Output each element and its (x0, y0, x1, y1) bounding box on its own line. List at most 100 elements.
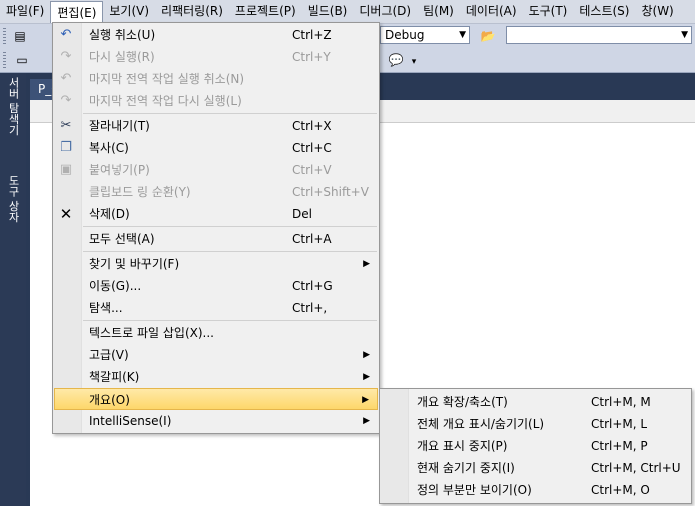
menu-test[interactable]: 테스트(S) (573, 0, 635, 23)
menu-file[interactable]: 파일(F) (0, 0, 50, 23)
menu-item-navigate[interactable]: 탐색... Ctrl+, (54, 297, 378, 319)
toolbox-tab[interactable]: 도구 상자 (3, 175, 23, 255)
solution-config-value: Debug (385, 28, 425, 42)
menu-item-shortcut: Ctrl+, (292, 301, 328, 315)
menu-item-redo-global[interactable]: ↷ 마지막 전역 작업 다시 실행(L) (54, 90, 378, 112)
toolbox-label: 도구 상자 (7, 175, 20, 223)
menu-item-label: 붙여넣기(P) (89, 163, 150, 177)
submenu-arrow-icon: ▶ (362, 395, 369, 405)
menu-build[interactable]: 빌드(B) (302, 0, 354, 23)
submenu-item-stop-outlining[interactable]: 개요 표시 중지(P) Ctrl+M, P (381, 435, 691, 457)
menu-item-shortcut: Del (292, 207, 312, 221)
comment-icon[interactable]: 💬 (388, 52, 404, 68)
menu-item-label: 마지막 전역 작업 실행 취소(N) (89, 72, 245, 86)
toolbar-grip[interactable] (3, 52, 6, 68)
menu-item-shortcut: Ctrl+Shift+V (292, 185, 369, 199)
menu-item-goto[interactable]: 이동(G)... Ctrl+G (54, 275, 378, 297)
submenu-item-stop-hiding-current[interactable]: 현재 숨기기 중지(I) Ctrl+M, Ctrl+U (381, 457, 691, 479)
menu-item-label: 이동(G)... (89, 279, 142, 293)
edit-menu-dropdown: ↶ 실행 취소(U) Ctrl+Z ↷ 다시 실행(R) Ctrl+Y ↶ 마지… (52, 22, 380, 434)
find-in-files-icon[interactable]: 📂 (480, 28, 496, 44)
menu-item-label: 탐색... (89, 301, 123, 315)
menu-item-label: 다시 실행(R) (89, 50, 155, 64)
undo-global-icon: ↶ (60, 71, 72, 86)
left-dock: 서버 탐색기 도구 상자 (0, 73, 26, 506)
menu-item-redo[interactable]: ↷ 다시 실행(R) Ctrl+Y (54, 46, 378, 68)
menu-item-shortcut: Ctrl+G (292, 279, 333, 293)
menu-data[interactable]: 데이터(A) (460, 0, 523, 23)
menu-item-find-replace[interactable]: 찾기 및 바꾸기(F) ▶ (54, 253, 378, 275)
menu-item-label: 개요 표시 중지(P) (417, 439, 508, 453)
menu-item-label: 찾기 및 바꾸기(F) (89, 257, 180, 271)
submenu-item-collapse-to-definitions[interactable]: 정의 부분만 보이기(O) Ctrl+M, O (381, 479, 691, 501)
paste-icon: ▣ (59, 162, 73, 177)
menu-separator (83, 226, 377, 227)
menu-item-undo[interactable]: ↶ 실행 취소(U) Ctrl+Z (54, 24, 378, 46)
menu-item-shortcut: Ctrl+M, Ctrl+U (591, 461, 681, 475)
menu-item-label: 실행 취소(U) (89, 28, 156, 42)
menu-item-delete[interactable]: ✕ 삭제(D) Del (54, 203, 378, 225)
menu-item-shortcut: Ctrl+Y (292, 50, 331, 64)
menu-item-shortcut: Ctrl+X (292, 119, 332, 133)
new-project-icon[interactable]: ▤ (12, 28, 28, 44)
menu-window[interactable]: 창(W) (635, 0, 679, 23)
menu-view[interactable]: 보기(V) (103, 0, 155, 23)
menu-separator (83, 251, 377, 252)
submenu-item-toggle-expansion[interactable]: 개요 확장/축소(T) Ctrl+M, M (381, 391, 691, 413)
menu-item-paste[interactable]: ▣ 붙여넣기(P) Ctrl+V (54, 159, 378, 181)
menu-item-shortcut: Ctrl+A (292, 232, 332, 246)
menu-item-clipboard-ring[interactable]: 클립보드 링 순환(Y) Ctrl+Shift+V (54, 181, 378, 203)
menu-item-shortcut: Ctrl+M, P (591, 439, 648, 453)
toolbar-grip[interactable] (3, 28, 6, 44)
menu-item-cut[interactable]: ✂ 잘라내기(T) Ctrl+X (54, 115, 378, 137)
menu-bar: 파일(F) 편집(E) 보기(V) 리팩터링(R) 프로젝트(P) 빌드(B) … (0, 0, 695, 24)
toolbar-options-icon[interactable]: ▾ (406, 54, 422, 70)
menu-item-label: 삭제(D) (89, 207, 130, 221)
menu-item-label: 복사(C) (89, 141, 129, 155)
menu-item-advanced[interactable]: 고급(V) ▶ (54, 344, 378, 366)
menu-item-label: 텍스트로 파일 삽입(X)... (89, 326, 214, 340)
menu-item-label: 책갈피(K) (89, 370, 140, 384)
editor-toolbar-icon[interactable]: ▭ (14, 52, 30, 68)
menu-item-label: 잘라내기(T) (89, 119, 150, 133)
submenu-arrow-icon: ▶ (363, 372, 370, 382)
menu-item-label: 전체 개요 표시/숨기기(L) (417, 417, 545, 431)
menu-tools[interactable]: 도구(T) (523, 0, 574, 23)
chevron-down-icon: ▼ (681, 30, 688, 40)
submenu-item-toggle-all[interactable]: 전체 개요 표시/숨기기(L) Ctrl+M, L (381, 413, 691, 435)
server-explorer-label: 서버 탐색기 (7, 77, 20, 136)
menu-item-shortcut: Ctrl+M, M (591, 395, 651, 409)
menu-item-shortcut: Ctrl+Z (292, 28, 332, 42)
chevron-down-icon: ▼ (459, 30, 466, 40)
menu-team[interactable]: 팀(M) (417, 0, 460, 23)
submenu-arrow-icon: ▶ (363, 416, 370, 426)
menu-debug[interactable]: 디버그(D) (353, 0, 417, 23)
menu-item-copy[interactable]: ❐ 복사(C) Ctrl+C (54, 137, 378, 159)
menu-item-undo-global[interactable]: ↶ 마지막 전역 작업 실행 취소(N) (54, 68, 378, 90)
menu-item-bookmarks[interactable]: 책갈피(K) ▶ (54, 366, 378, 388)
menu-refactor[interactable]: 리팩터링(R) (155, 0, 229, 23)
menu-item-shortcut: Ctrl+C (292, 141, 332, 155)
menu-separator (83, 113, 377, 114)
server-explorer-tab[interactable]: 서버 탐색기 (3, 77, 23, 173)
menu-item-label: 정의 부분만 보이기(O) (417, 483, 532, 497)
undo-icon: ↶ (60, 27, 72, 42)
find-combo[interactable]: ▼ (506, 26, 692, 44)
redo-global-icon: ↷ (60, 93, 72, 108)
menu-edit[interactable]: 편집(E) (50, 0, 104, 23)
menu-item-outlining[interactable]: 개요(O) ▶ (54, 388, 378, 410)
menu-item-label: 현재 숨기기 중지(I) (417, 461, 515, 475)
menu-project[interactable]: 프로젝트(P) (229, 0, 302, 23)
cut-icon: ✂ (60, 118, 72, 133)
solution-config-combo[interactable]: Debug ▼ (380, 26, 470, 44)
menu-item-insert-file[interactable]: 텍스트로 파일 삽입(X)... (54, 322, 378, 344)
menu-item-label: IntelliSense(I) (89, 414, 172, 428)
copy-icon: ❐ (60, 140, 72, 155)
menu-item-intellisense[interactable]: IntelliSense(I) ▶ (54, 410, 378, 432)
menu-item-select-all[interactable]: 모두 선택(A) Ctrl+A (54, 228, 378, 250)
delete-icon: ✕ (59, 205, 73, 223)
menu-separator (83, 320, 377, 321)
submenu-arrow-icon: ▶ (363, 259, 370, 269)
menu-item-label: 개요(O) (89, 393, 130, 407)
menu-item-label: 모두 선택(A) (89, 232, 155, 246)
